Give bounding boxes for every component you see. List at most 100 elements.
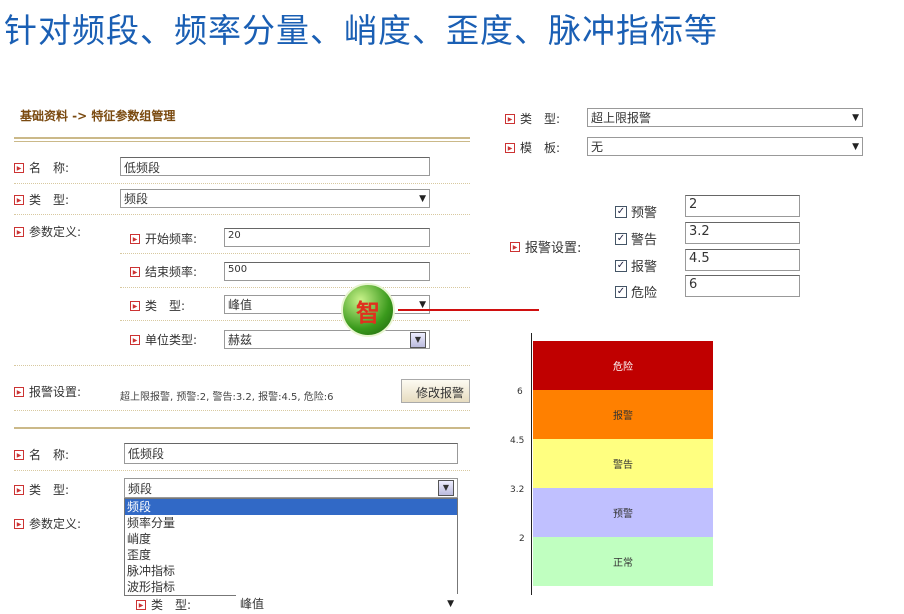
type-select-2-value: 频段: [128, 481, 153, 496]
checkbox-checked-icon[interactable]: ✓: [615, 285, 627, 298]
dropdown-option[interactable]: 频段: [125, 499, 457, 515]
level-input-warning[interactable]: 3.2: [685, 222, 800, 244]
marker-icon: [14, 449, 24, 460]
unit-type-label: 单位类型:: [130, 331, 197, 348]
template-label: 模 板:: [505, 139, 560, 156]
chevron-down-icon: ▼: [419, 299, 426, 310]
param-label: 参数定义:: [14, 223, 81, 240]
template-select[interactable]: 无 ▼: [587, 137, 863, 156]
marker-icon: [136, 599, 146, 610]
alarm-type-value: 超上限报警: [591, 111, 652, 125]
alarm-type-select[interactable]: 超上限报警 ▼: [587, 108, 863, 127]
tick-label: 4.5: [510, 436, 525, 446]
marker-icon: [14, 194, 24, 205]
modify-alarm-button[interactable]: 修改报警: [401, 379, 470, 403]
marker-icon: [505, 142, 515, 153]
divider: [120, 287, 470, 288]
page-heading: 针对频段、频率分量、峭度、歪度、脉冲指标等: [4, 11, 718, 50]
right-type-label: 类 型:: [505, 110, 560, 127]
level-danger[interactable]: ✓ 危险: [615, 282, 657, 301]
marker-icon: [14, 162, 24, 173]
start-freq-label: 开始频率:: [130, 230, 197, 247]
marker-icon: [505, 113, 515, 124]
type-select[interactable]: 频段 ▼: [120, 189, 430, 208]
subtype-select-2[interactable]: 峰值 ▼: [236, 594, 458, 613]
dropdown-option[interactable]: 频率分量: [125, 515, 457, 531]
start-freq-input[interactable]: 20: [224, 228, 430, 247]
badge-text: 智: [356, 297, 380, 327]
breadcrumb: 基础资料 -> 特征参数组管理: [20, 109, 176, 123]
level-alarm[interactable]: ✓ 报警: [615, 256, 657, 275]
dropdown-option[interactable]: 波形指标: [125, 579, 457, 595]
chart-axis: [531, 333, 532, 595]
header-rule: [14, 137, 470, 142]
divider: [14, 410, 470, 411]
band-alarm: 报警: [533, 390, 713, 439]
divider: [14, 183, 470, 184]
divider: [120, 320, 470, 321]
marker-icon: [130, 300, 140, 311]
divider: [14, 470, 470, 471]
param-label-2: 参数定义:: [14, 515, 81, 532]
section-rule: [14, 427, 470, 429]
band-label: 警告: [613, 460, 633, 471]
end-freq-label: 结束频率:: [130, 263, 197, 280]
level-input-pre[interactable]: 2: [685, 195, 800, 217]
marker-icon: [14, 226, 24, 237]
zhi-badge-icon: 智: [341, 283, 395, 337]
band-normal: 正常: [533, 537, 713, 586]
level-warning-pre[interactable]: ✓ 预警: [615, 202, 657, 221]
marker-icon: [130, 334, 140, 345]
band-label: 危险: [613, 362, 633, 373]
dropdown-option[interactable]: 峭度: [125, 531, 457, 547]
divider: [14, 365, 470, 366]
divider: [120, 253, 470, 254]
subtype-label: 类 型:: [130, 297, 185, 314]
name-input-2[interactable]: 低频段: [124, 443, 458, 464]
subtype-select[interactable]: 峰值 ▼: [224, 295, 430, 314]
subtype-select-value: 峰值: [228, 298, 253, 312]
band-label: 报警: [613, 411, 633, 422]
marker-icon: [510, 241, 520, 252]
name-input[interactable]: 低频段: [120, 157, 430, 176]
dropdown-option[interactable]: 歪度: [125, 547, 457, 563]
template-value: 无: [591, 140, 604, 154]
chevron-down-icon: ▼: [419, 193, 426, 204]
band-danger: 危险: [533, 341, 713, 390]
tick-label: 3.2: [510, 485, 525, 495]
type-select-2[interactable]: 频段 ▼: [124, 478, 458, 498]
chevron-down-icon: ▼: [852, 112, 859, 123]
name-label-2: 名 称:: [14, 446, 69, 463]
name-label: 名 称:: [14, 159, 69, 176]
dropdown-option[interactable]: 脉冲指标: [125, 563, 457, 579]
level-warning[interactable]: ✓ 警告: [615, 229, 657, 248]
checkbox-checked-icon[interactable]: ✓: [615, 259, 627, 272]
band-warning: 警告: [533, 439, 713, 488]
level-input-alarm[interactable]: 4.5: [685, 249, 800, 271]
marker-icon: [14, 484, 24, 495]
divider: [14, 214, 470, 215]
chevron-down-icon: ▼: [410, 331, 426, 348]
end-freq-input[interactable]: 500: [224, 262, 430, 281]
unit-type-select[interactable]: 赫兹 ▼: [224, 330, 430, 349]
marker-icon: [130, 233, 140, 244]
right-alarm-label: 报警设置:: [510, 237, 581, 256]
checkbox-checked-icon[interactable]: ✓: [615, 232, 627, 245]
type-label: 类 型:: [14, 191, 69, 208]
alarm-summary: 超上限报警, 预警:2, 警告:3.2, 报警:4.5, 危险:6: [120, 392, 334, 403]
type-dropdown-list[interactable]: 频段 频率分量 峭度 歪度 脉冲指标 波形指标: [124, 498, 458, 596]
tick-label: 2: [519, 534, 525, 544]
type-select-value: 频段: [124, 192, 149, 206]
subtype-select-2-value: 峰值: [240, 597, 265, 611]
band-label: 正常: [613, 558, 633, 569]
subtype-label-2: 类 型:: [136, 596, 191, 613]
marker-icon: [14, 386, 24, 397]
checkbox-checked-icon[interactable]: ✓: [615, 205, 627, 218]
band-prewarning: 预警: [533, 488, 713, 537]
band-label: 预警: [613, 509, 633, 520]
alarm-label: 报警设置:: [14, 383, 81, 400]
chevron-down-icon: ▼: [852, 141, 859, 152]
chevron-down-icon: ▼: [438, 480, 454, 496]
chevron-down-icon: ▼: [447, 598, 454, 609]
level-input-danger[interactable]: 6: [685, 275, 800, 297]
